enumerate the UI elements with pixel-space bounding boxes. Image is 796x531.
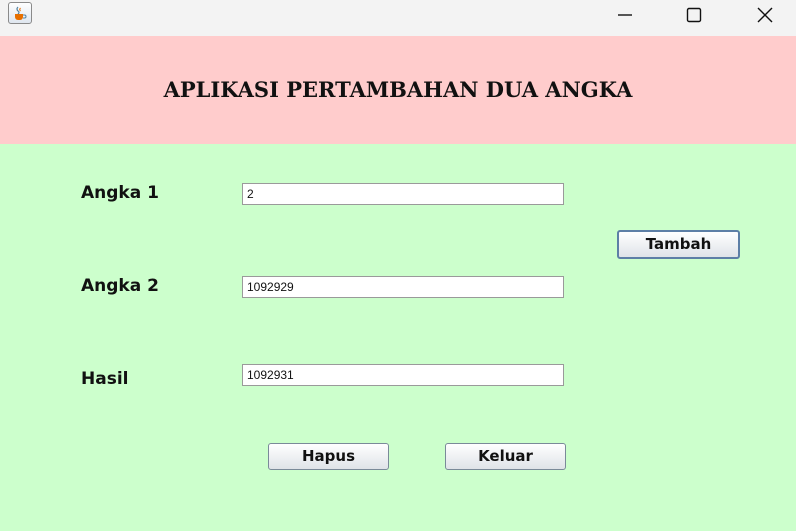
maximize-button[interactable]: [671, 0, 717, 30]
angka2-label: Angka 2: [81, 276, 159, 296]
keluar-button[interactable]: Keluar: [445, 443, 566, 470]
maximize-icon: [686, 7, 702, 23]
hapus-button[interactable]: Hapus: [268, 443, 389, 470]
close-icon: [757, 7, 773, 23]
close-button[interactable]: [742, 0, 788, 30]
page-title: APLIKASI PERTAMBAHAN DUA ANGKA: [163, 77, 633, 102]
hasil-label: Hasil: [81, 369, 129, 389]
angka2-input[interactable]: [242, 276, 564, 298]
minimize-button[interactable]: [602, 0, 648, 30]
tambah-button[interactable]: Tambah: [617, 230, 740, 259]
hasil-field[interactable]: [242, 364, 564, 386]
header-panel: APLIKASI PERTAMBAHAN DUA ANGKA: [0, 36, 796, 144]
angka1-label: Angka 1: [81, 183, 159, 203]
java-coffee-icon[interactable]: [8, 2, 32, 24]
minimize-icon: [618, 14, 632, 16]
title-bar: [0, 0, 796, 36]
angka1-input[interactable]: [242, 183, 564, 205]
